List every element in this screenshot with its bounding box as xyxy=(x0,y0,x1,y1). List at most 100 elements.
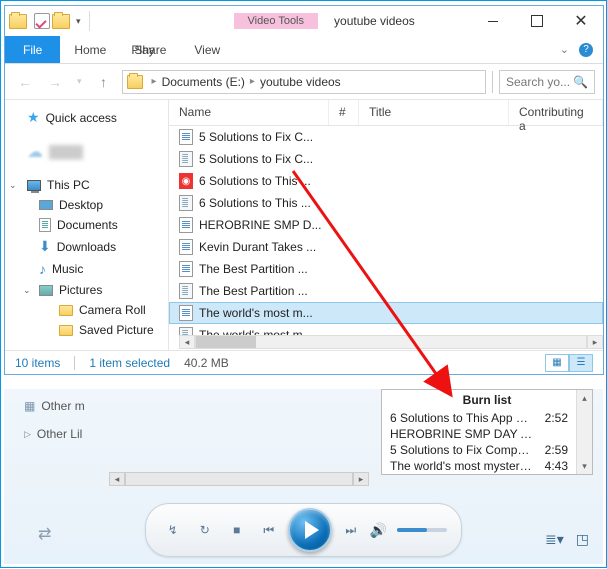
volume-icon[interactable]: 🔊 xyxy=(370,522,387,539)
shuffle-button[interactable]: ↯ xyxy=(160,517,186,543)
scroll-thumb[interactable] xyxy=(196,336,256,348)
chevron-right-icon[interactable]: ▸ xyxy=(245,76,260,87)
expand-ribbon-icon[interactable]: ⌄ xyxy=(560,43,569,56)
sidebar-item-saved-pictures[interactable]: Saved Picture xyxy=(5,320,168,340)
file-row[interactable]: 5 Solutions to Fix C... xyxy=(169,148,603,170)
view-details-button[interactable]: ☰ xyxy=(569,354,593,372)
next-button[interactable]: ⏭ xyxy=(338,517,364,543)
tab-play[interactable]: Play xyxy=(117,36,168,63)
horizontal-scrollbar[interactable]: ◂ ▸ xyxy=(179,334,603,350)
navigation-pane: ★ Quick access ☁ ████ ⌄ This PC Desktop … xyxy=(5,100,169,350)
search-input[interactable]: Search yo... 🔍 xyxy=(499,70,595,94)
text-file-icon xyxy=(179,283,193,299)
collapse-icon[interactable]: ⌄ xyxy=(23,285,31,296)
sidebar-item-this-pc[interactable]: ⌄ This PC xyxy=(5,175,168,195)
file-row[interactable]: The Best Partition ... xyxy=(169,258,603,280)
scroll-up-icon[interactable]: ▴ xyxy=(577,390,592,406)
play-button[interactable] xyxy=(288,508,332,552)
scroll-track[interactable] xyxy=(195,335,587,349)
volume-slider[interactable] xyxy=(397,528,447,532)
scroll-left-icon[interactable]: ◂ xyxy=(109,472,125,486)
burn-item-name: 6 Solutions to This App Can't Ru... xyxy=(390,411,534,425)
file-row[interactable]: The world's most m... xyxy=(169,302,603,324)
sidebar-item-other-media[interactable]: ▦ Other m xyxy=(24,395,85,417)
sidebar-item-music[interactable]: ♪ Music xyxy=(5,258,168,280)
qat-dropdown-icon[interactable]: ▾ xyxy=(72,16,85,27)
status-count: 10 items xyxy=(15,356,60,370)
sidebar-item-pictures[interactable]: ⌄ Pictures xyxy=(5,280,168,300)
sidebar-item-camera-roll[interactable]: Camera Roll xyxy=(5,300,168,320)
player-right-controls: ≣▾ ◳ xyxy=(545,531,589,548)
burn-list-item[interactable]: HEROBRINE SMP DAY AJJUBHAI... xyxy=(382,426,576,442)
burn-list-item[interactable]: The world's most mysterious bo...4:43 xyxy=(382,458,576,474)
file-row[interactable]: The Best Partition ... xyxy=(169,280,603,302)
video-file-icon: ◉ xyxy=(179,173,193,189)
history-dropdown-icon[interactable]: ▾ xyxy=(73,76,86,87)
chevron-right-icon[interactable]: ▸ xyxy=(147,76,162,87)
list-options-icon[interactable]: ≣▾ xyxy=(545,531,564,548)
sidebar-item-onedrive[interactable]: ☁ ████ xyxy=(5,139,168,165)
scroll-down-icon[interactable]: ▾ xyxy=(577,458,592,474)
sidebar-item-desktop[interactable]: Desktop xyxy=(5,195,168,215)
column-number[interactable]: # xyxy=(329,100,359,125)
burn-list-title: Burn list xyxy=(382,390,592,410)
file-name: 6 Solutions to This ... xyxy=(199,196,311,210)
file-tab[interactable]: File xyxy=(5,36,60,63)
maximize-button[interactable] xyxy=(515,7,559,35)
breadcrumb-drive[interactable]: Documents (E:) xyxy=(162,75,245,89)
view-thumbnails-button[interactable]: ▦ xyxy=(545,354,569,372)
folder-icon xyxy=(59,325,73,336)
drive-icon xyxy=(127,75,143,89)
tab-view[interactable]: View xyxy=(180,36,234,63)
file-name: 5 Solutions to Fix C... xyxy=(199,130,313,144)
file-row[interactable]: HEROBRINE SMP D... xyxy=(169,214,603,236)
up-button[interactable]: ↑ xyxy=(92,70,116,94)
scroll-right-icon[interactable]: ▸ xyxy=(587,335,603,349)
file-row[interactable]: ◉6 Solutions to This ... xyxy=(169,170,603,192)
previous-button[interactable]: ⏮ xyxy=(256,517,282,543)
column-title[interactable]: Title xyxy=(359,100,509,125)
breadcrumb[interactable]: ▸ Documents (E:) ▸ youtube videos xyxy=(122,70,486,94)
sidebar-label: Music xyxy=(52,262,83,276)
file-row[interactable]: 5 Solutions to Fix C... xyxy=(169,126,603,148)
minimize-button[interactable] xyxy=(471,7,515,35)
properties-icon[interactable] xyxy=(34,13,50,29)
sidebar-label: Other m xyxy=(41,399,84,413)
sidebar-label: ████ xyxy=(49,145,83,159)
separator xyxy=(89,11,90,31)
sidebar-item-quick-access[interactable]: ★ Quick access xyxy=(5,106,168,129)
breadcrumb-folder[interactable]: youtube videos xyxy=(260,75,341,89)
sidebar-item-downloads[interactable]: ⬇ Downloads xyxy=(5,235,168,258)
vertical-scrollbar[interactable]: ▴ ▾ xyxy=(576,390,592,474)
column-name[interactable]: Name xyxy=(169,100,329,125)
scroll-right-icon[interactable]: ▸ xyxy=(353,472,369,486)
back-button[interactable]: ← xyxy=(13,70,37,94)
stop-button[interactable]: ■ xyxy=(224,517,250,543)
folder-icon xyxy=(59,305,73,316)
sidebar-item-other-libraries[interactable]: ▷ Other Lil xyxy=(24,423,85,445)
help-icon[interactable]: ? xyxy=(579,43,593,57)
scroll-left-icon[interactable]: ◂ xyxy=(179,335,195,349)
cloud-icon: ☁ xyxy=(27,142,43,162)
title-bar: ▾ Video Tools youtube videos ✕ xyxy=(5,6,603,36)
repeat-button[interactable]: ↻ xyxy=(192,517,218,543)
burn-list-item[interactable]: 5 Solutions to Fix Computer Cra...2:59 xyxy=(382,442,576,458)
collapse-icon[interactable]: ⌄ xyxy=(9,180,17,191)
file-row[interactable]: Kevin Durant Takes ... xyxy=(169,236,603,258)
sidebar-label: Camera Roll xyxy=(79,303,146,317)
rtf-file-icon xyxy=(179,217,193,233)
search-icon[interactable]: 🔍 xyxy=(573,75,588,89)
tab-home[interactable]: Home xyxy=(60,36,120,63)
switch-view-icon[interactable]: ◳ xyxy=(576,531,589,548)
transport-controls: ↯ ↻ ■ ⏮ ⏭ 🔊 xyxy=(145,503,462,557)
new-folder-icon[interactable] xyxy=(52,14,70,29)
expand-icon[interactable]: ▷ xyxy=(24,429,31,440)
wmp-horizontal-scrollbar[interactable]: ◂ ▸ xyxy=(109,472,369,488)
forward-button[interactable]: → xyxy=(43,70,67,94)
close-button[interactable]: ✕ xyxy=(559,7,603,35)
burn-list-item[interactable]: 6 Solutions to This App Can't Ru...2:52 xyxy=(382,410,576,426)
scroll-track[interactable] xyxy=(125,472,353,486)
file-row[interactable]: 6 Solutions to This ... xyxy=(169,192,603,214)
sidebar-item-documents[interactable]: Documents xyxy=(5,215,168,235)
column-contributing[interactable]: Contributing a xyxy=(509,100,603,125)
